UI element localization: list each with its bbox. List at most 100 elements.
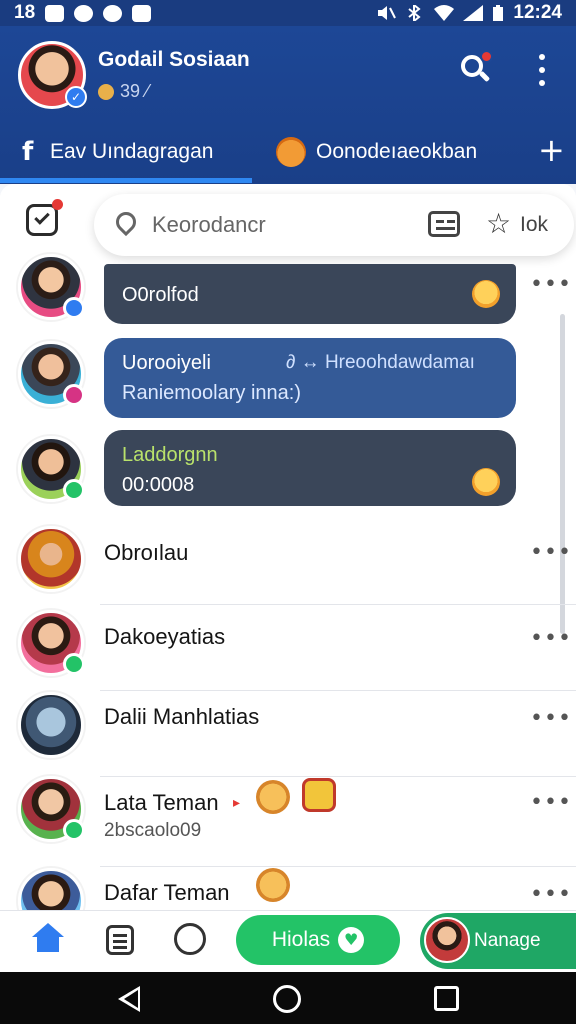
status-icon (63, 384, 85, 406)
more-icon[interactable]: ••• (530, 272, 572, 297)
star-icon[interactable]: ☆ (486, 207, 511, 240)
avatar (18, 436, 85, 502)
online-icon (63, 479, 85, 501)
avatar (18, 692, 84, 758)
contact-name: Dalii Manhlatias (104, 704, 260, 729)
contact-row[interactable]: Dafar Teman ••• (0, 868, 576, 910)
contact-row[interactable]: Dalii Manhlatias ••• (0, 692, 576, 777)
recent-apps-icon[interactable] (434, 986, 459, 1011)
document-icon[interactable] (106, 925, 134, 955)
more-icon[interactable]: ••• (530, 540, 572, 565)
app-notification-icon (74, 4, 94, 22)
chat-item[interactable]: Laddorgnn 00:0008 (0, 430, 576, 520)
status-left-text: 18 (14, 2, 36, 23)
add-tab-button[interactable]: + (538, 134, 565, 166)
status-bar: 18 12:24 (0, 0, 576, 26)
battery-icon (493, 5, 504, 21)
bluetooth-icon (408, 5, 421, 21)
contact-name: Lata Teman (104, 790, 219, 815)
contact-name: Dafar Teman (104, 880, 230, 905)
cat-sticker-icon (256, 780, 290, 814)
message-icon (132, 4, 152, 22)
avatar (18, 254, 85, 320)
divider (100, 866, 576, 867)
more-icon[interactable]: ••• (530, 626, 572, 651)
primary-action-button[interactable]: Hiolas ♥ (236, 915, 400, 965)
home-icon[interactable] (32, 923, 64, 953)
chat-item[interactable]: O0rolfod ••• (0, 254, 576, 330)
avatar (18, 526, 84, 592)
contact-row[interactable]: Dakoeyatias ••• (0, 608, 576, 691)
contact-row[interactable]: Lata Teman ▸ 2bscaolo09 ••• (0, 776, 576, 870)
heart-icon: ♥ (338, 927, 365, 953)
sticker-icon (302, 778, 336, 812)
system-navigation-bar (0, 972, 576, 1024)
divider (100, 690, 576, 691)
message-text: Raniemoolary inna:) (122, 382, 301, 404)
more-options-button[interactable] (536, 54, 548, 86)
verified-icon (63, 297, 85, 319)
notification-icon (45, 4, 65, 22)
profile-avatar[interactable]: ✓ (18, 41, 87, 109)
message-text: 00:0008 (122, 474, 195, 496)
message-title: Uorooiyeli (122, 352, 211, 374)
online-icon (63, 819, 85, 841)
contact-subtext: 2bscaolo09 (104, 820, 202, 841)
smile-emoji-icon (472, 468, 500, 496)
message-bubble[interactable]: Laddorgnn 00:0008 (104, 430, 516, 506)
compose-icon[interactable] (26, 199, 63, 236)
divider (100, 604, 576, 605)
avatar (18, 341, 85, 407)
signal-icon (463, 5, 484, 21)
message-bubble[interactable]: Uorooiyeli ∂ ↔ Hreoohdawdamaı Raniemoola… (104, 338, 516, 418)
more-icon[interactable]: ••• (530, 882, 572, 907)
page-title: Godail Sosiaan (98, 48, 250, 71)
wifi-icon (434, 5, 455, 21)
search-row: ☆ Iok (0, 184, 576, 260)
contact-name: Obroılau (104, 540, 189, 565)
avatar (424, 917, 470, 963)
avatar (18, 868, 84, 910)
location-pin-icon (111, 207, 141, 237)
back-icon[interactable] (118, 986, 140, 1012)
tab-bar: f Eav Uındagragan Oonodeıaeokban + (0, 126, 576, 184)
avatar (18, 610, 85, 676)
tab-label: Eav Uındagragan (50, 140, 214, 163)
home-circle-icon[interactable] (273, 985, 301, 1013)
more-icon[interactable]: ••• (530, 790, 572, 815)
location-icon (103, 4, 123, 22)
header-subtitle: 39 ⁄ (98, 81, 149, 102)
tab-second[interactable]: Oonodeıaeokban (276, 126, 477, 178)
more-icon[interactable]: ••• (530, 706, 572, 731)
message-text: O0rolfod (122, 284, 199, 306)
subtitle-suffix: ⁄ (146, 81, 150, 101)
message-bubble[interactable]: O0rolfod (104, 264, 516, 324)
online-icon (63, 653, 85, 675)
search-button[interactable] (458, 50, 493, 86)
mute-icon (378, 6, 397, 20)
chat-item[interactable]: Uorooiyeli ∂ ↔ Hreoohdawdamaı Raniemoola… (0, 338, 576, 420)
verified-icon: ✓ (65, 86, 87, 108)
favorites-label[interactable]: Iok (520, 213, 548, 237)
contact-card-icon[interactable] (428, 211, 460, 237)
search-bar: ☆ Iok (94, 194, 574, 256)
avatar (18, 776, 85, 842)
manage-button[interactable]: Nanage (420, 913, 576, 969)
message-title: Laddorgnn (122, 444, 218, 466)
cat-icon (276, 137, 306, 167)
cat-sticker-icon (256, 868, 290, 902)
tab-undangan[interactable]: f Eav Uındagragan (22, 126, 213, 178)
contact-row[interactable]: Obroılau ••• (0, 524, 576, 606)
arrow-right-icon: ▸ (233, 794, 241, 810)
contact-name: Dakoeyatias (104, 624, 226, 649)
facebook-icon: f (22, 137, 34, 167)
manage-label: Nanage (474, 930, 541, 951)
status-time: 12:24 (513, 2, 562, 23)
cat-icon[interactable] (174, 923, 206, 955)
cta-label: Hiolas (271, 928, 331, 951)
notification-dot (52, 199, 63, 210)
tab-label: Oonodeıaeokban (316, 140, 478, 163)
search-input[interactable] (152, 208, 412, 242)
follower-count: 39 (120, 81, 141, 101)
message-right-text: ∂ ↔ Hreoohdawdamaı (286, 352, 475, 373)
